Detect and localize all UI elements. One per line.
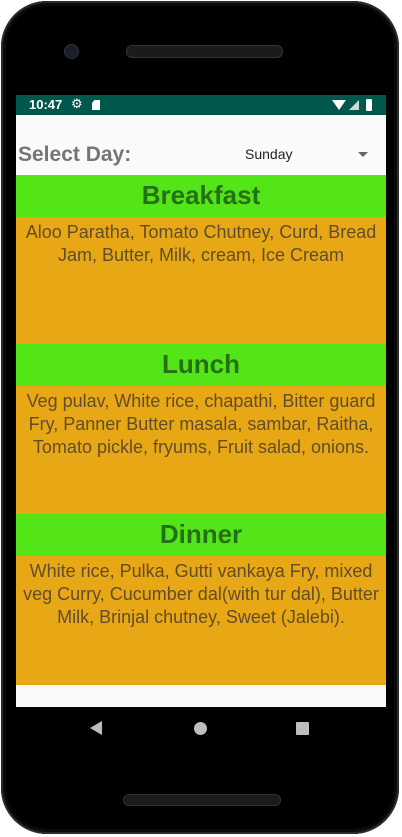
- recents-icon[interactable]: [296, 722, 309, 735]
- lunch-menu: Veg pulav, White rice, chapathi, Bitter …: [16, 386, 386, 514]
- day-selector-row: Select Day: Sunday: [16, 115, 386, 175]
- earpiece-speaker: [126, 45, 283, 58]
- status-bar: 10:47 ⚙: [16, 95, 386, 115]
- sdcard-icon: [92, 100, 100, 110]
- wifi-icon: [332, 100, 346, 110]
- breakfast-menu: Aloo Paratha, Tomato Chutney, Curd, Brea…: [16, 217, 386, 344]
- dropdown-arrow-icon: [358, 152, 368, 157]
- dinner-header: Dinner: [16, 514, 386, 556]
- status-time: 10:47: [29, 97, 63, 112]
- gear-icon: ⚙: [71, 96, 83, 111]
- home-icon[interactable]: [194, 722, 207, 735]
- select-day-label: Select Day:: [18, 143, 132, 166]
- back-icon[interactable]: [90, 721, 102, 735]
- selected-day: Sunday: [245, 146, 293, 162]
- navigation-bar: [16, 707, 386, 751]
- signal-icon: [349, 100, 359, 110]
- front-camera: [64, 44, 79, 59]
- battery-icon: [366, 99, 372, 111]
- dinner-menu: White rice, Pulka, Gutti vankaya Fry, mi…: [16, 556, 386, 685]
- breakfast-header: Breakfast: [16, 175, 386, 217]
- lunch-header: Lunch: [16, 344, 386, 386]
- day-spinner[interactable]: Sunday: [234, 143, 372, 165]
- bottom-speaker: [123, 794, 281, 806]
- app-screen: 10:47 ⚙ Select Day: Sunday Breakfast Alo…: [16, 95, 386, 707]
